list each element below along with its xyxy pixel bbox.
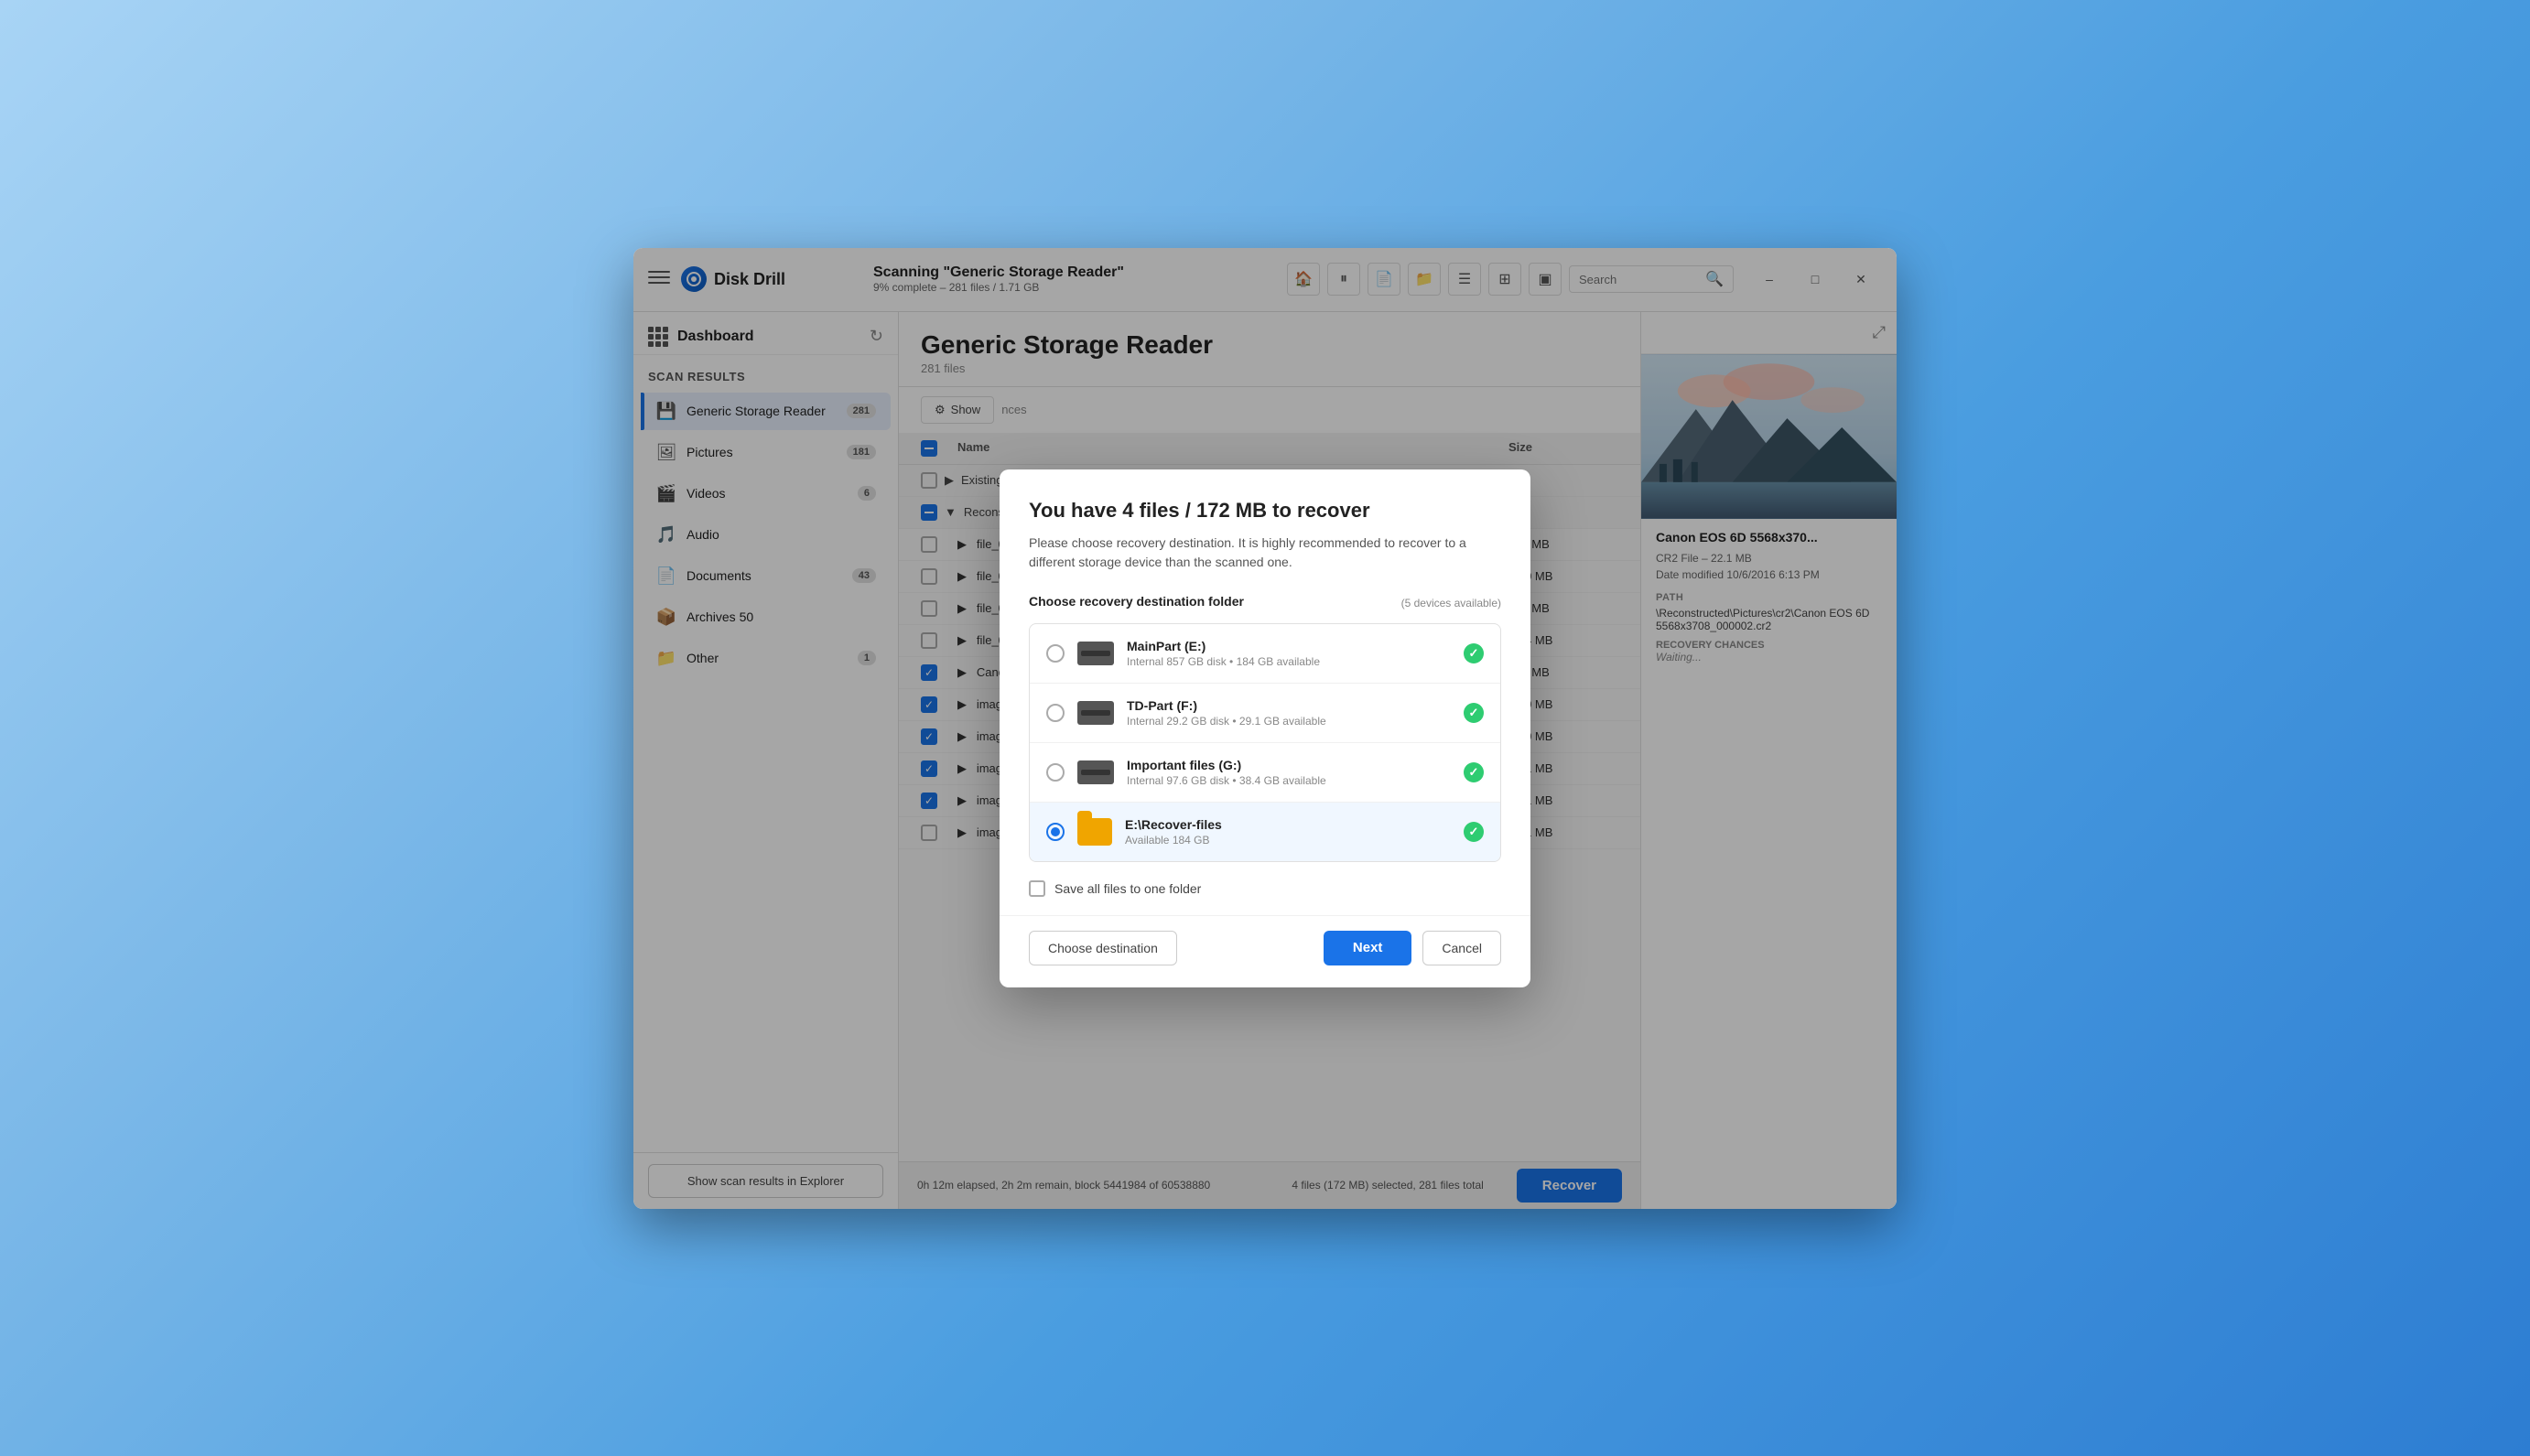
drive-icon-importantfiles [1077,760,1114,784]
dest-radio-importantfiles[interactable] [1046,763,1065,782]
dest-detail-importantfiles: Internal 97.6 GB disk • 38.4 GB availabl… [1127,774,1451,787]
devices-available-label: (5 devices available) [1401,597,1501,609]
dest-radio-erecoverfiles[interactable] [1046,823,1065,841]
dest-name-tdpart: TD-Part (F:) [1127,698,1451,713]
dest-info-importantfiles: Important files (G:) Internal 97.6 GB di… [1127,758,1451,787]
dest-check-tdpart: ✓ [1464,703,1484,723]
dest-info-erecoverfiles: E:\Recover-files Available 184 GB [1125,817,1451,847]
save-all-row: Save all files to one folder [1000,862,1530,915]
destination-header: Choose recovery destination folder (5 de… [1029,594,1501,612]
app-window: Disk Drill Scanning "Generic Storage Rea… [633,248,1897,1209]
modal-description: Please choose recovery destination. It i… [1029,534,1501,572]
dest-detail-erecoverfiles: Available 184 GB [1125,834,1451,847]
dest-check-importantfiles: ✓ [1464,762,1484,782]
choose-folder-label: Choose recovery destination folder [1029,594,1244,609]
dest-item-importantfiles[interactable]: Important files (G:) Internal 97.6 GB di… [1030,743,1500,803]
dest-detail-tdpart: Internal 29.2 GB disk • 29.1 GB availabl… [1127,715,1451,728]
recovery-destination-modal: You have 4 files / 172 MB to recover Ple… [1000,469,1530,987]
folder-icon-erecoverfiles [1077,818,1112,846]
choose-destination-button[interactable]: Choose destination [1029,931,1177,965]
dest-name-erecoverfiles: E:\Recover-files [1125,817,1451,832]
dest-item-mainpart[interactable]: MainPart (E:) Internal 857 GB disk • 184… [1030,624,1500,684]
drive-icon-tdpart [1077,701,1114,725]
dest-item-erecoverfiles[interactable]: E:\Recover-files Available 184 GB ✓ [1030,803,1500,861]
modal-body: You have 4 files / 172 MB to recover Ple… [1000,469,1530,862]
drive-icon-mainpart [1077,642,1114,665]
cancel-button[interactable]: Cancel [1422,931,1501,965]
dest-radio-mainpart[interactable] [1046,644,1065,663]
dest-info-tdpart: TD-Part (F:) Internal 29.2 GB disk • 29.… [1127,698,1451,728]
modal-overlay: You have 4 files / 172 MB to recover Ple… [633,248,1897,1209]
modal-footer: Choose destination Next Cancel [1000,915,1530,987]
modal-title: You have 4 files / 172 MB to recover [1029,499,1501,523]
next-button[interactable]: Next [1324,931,1412,965]
save-all-checkbox[interactable] [1029,880,1045,897]
dest-check-erecoverfiles: ✓ [1464,822,1484,842]
dest-name-mainpart: MainPart (E:) [1127,639,1451,653]
save-all-label: Save all files to one folder [1054,881,1201,896]
dest-detail-mainpart: Internal 857 GB disk • 184 GB available [1127,655,1451,668]
dest-radio-tdpart[interactable] [1046,704,1065,722]
modal-right-buttons: Next Cancel [1324,931,1501,965]
dest-check-mainpart: ✓ [1464,643,1484,663]
dest-info-mainpart: MainPart (E:) Internal 857 GB disk • 184… [1127,639,1451,668]
dest-item-tdpart[interactable]: TD-Part (F:) Internal 29.2 GB disk • 29.… [1030,684,1500,743]
destination-list: MainPart (E:) Internal 857 GB disk • 184… [1029,623,1501,862]
dest-name-importantfiles: Important files (G:) [1127,758,1451,772]
